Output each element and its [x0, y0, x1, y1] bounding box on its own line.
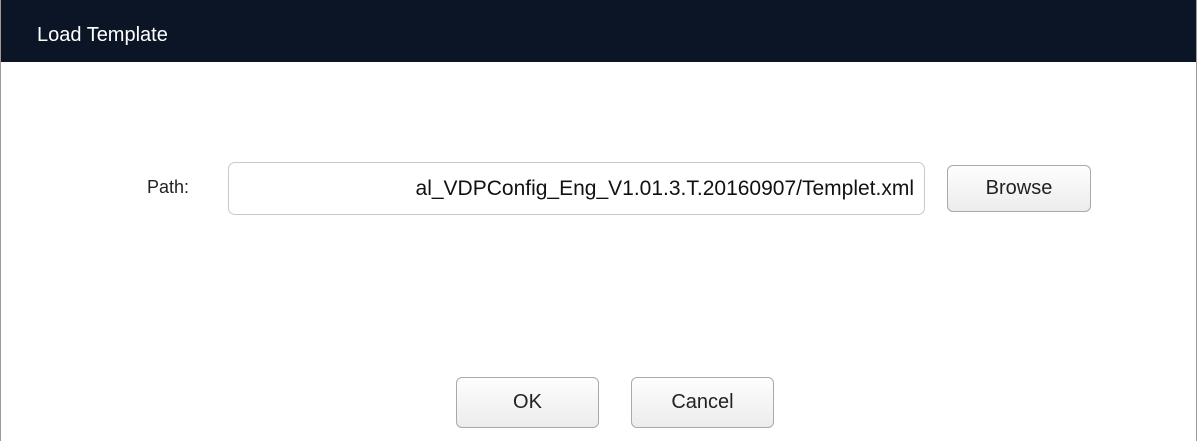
ok-button[interactable]: OK — [456, 377, 599, 428]
dialog-titlebar[interactable]: Load Template — [1, 0, 1196, 62]
load-template-dialog: Load Template Path: al_VDPConfig_Eng_V1.… — [0, 0, 1197, 441]
path-label: Path: — [147, 177, 190, 197]
path-input[interactable]: al_VDPConfig_Eng_V1.01.3.T.20160907/Temp… — [228, 162, 925, 215]
cancel-button[interactable]: Cancel — [631, 377, 774, 428]
dialog-title: Load Template — [37, 24, 168, 46]
browse-button[interactable]: Browse — [947, 165, 1091, 212]
path-input-value: al_VDPConfig_Eng_V1.01.3.T.20160907/Temp… — [415, 177, 914, 200]
